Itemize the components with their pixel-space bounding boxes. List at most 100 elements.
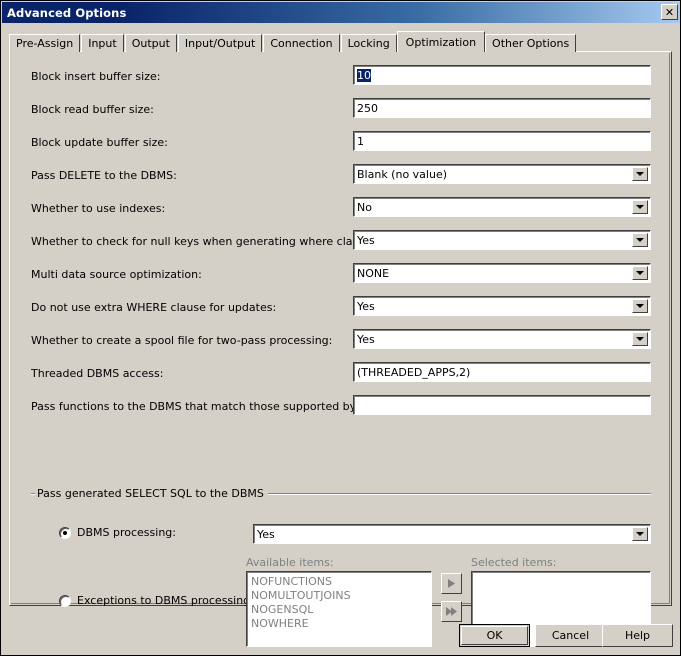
tab-connection[interactable]: Connection xyxy=(263,34,340,52)
available-items-list[interactable]: NOFUNCTIONS NOMULTOUTJOINS NOGENSQL NOWHERE xyxy=(247,572,431,646)
field-row-block-update-buffer-size: Block update buffer size: 1 xyxy=(11,131,669,155)
list-item[interactable]: NOGENSQL xyxy=(251,603,431,617)
pass-select-sql-group: Pass generated SELECT SQL to the DBMS DB… xyxy=(31,487,651,647)
field-row-pass-delete-to-dbms: Pass DELETE to the DBMS: Blank (no value) xyxy=(11,164,669,188)
no-extra-where-clause-updates-value: Yes xyxy=(357,300,375,313)
tab-strip: Pre-Assign Input Output Input/Output Connect… xyxy=(9,31,577,52)
block-read-buffer-size-input[interactable]: 250 xyxy=(353,98,651,118)
chevron-down-icon[interactable] xyxy=(632,200,648,214)
list-item[interactable]: NOMULTOUTJOINS xyxy=(251,589,431,603)
pass-functions-to-dbms-input[interactable] xyxy=(353,395,651,415)
threaded-dbms-access-label: Threaded DBMS access: xyxy=(31,367,164,380)
block-insert-buffer-size-input[interactable]: 10 xyxy=(353,65,651,85)
field-row-check-null-keys-where-clauses: Whether to check for null keys when gene… xyxy=(11,230,669,254)
tab-locking[interactable]: Locking xyxy=(340,34,397,52)
tab-label: Connection xyxy=(270,37,333,50)
list-item[interactable]: NOWHERE xyxy=(251,617,431,631)
available-items-caption: Available items: xyxy=(246,556,334,569)
radio-dbms-processing-indicator[interactable] xyxy=(59,526,71,539)
arrow-right-icon[interactable] xyxy=(441,573,462,594)
ok-button[interactable]: OK xyxy=(459,624,530,647)
check-null-keys-where-clauses-inner: Yes xyxy=(354,231,650,249)
cancel-button[interactable]: Cancel xyxy=(535,624,606,647)
tab-other-options[interactable]: Other Options xyxy=(485,34,577,52)
threaded-dbms-access-input[interactable]: (THREADED_APPS,2) xyxy=(353,362,651,382)
chevron-down-icon[interactable] xyxy=(632,266,648,280)
tab-input[interactable]: Input xyxy=(81,34,124,52)
help-button[interactable]: Help xyxy=(602,624,673,647)
dbms-processing-combo-inner: Yes xyxy=(254,525,650,543)
tab-panel-optimization: Block insert buffer size: 10 Block read bu… xyxy=(9,51,672,647)
radio-exceptions-indicator[interactable] xyxy=(59,594,71,607)
check-null-keys-where-clauses-label: Whether to check for null keys when gene… xyxy=(31,235,382,248)
available-items-listbox[interactable]: NOFUNCTIONS NOMULTOUTJOINS NOGENSQL NOWHERE xyxy=(246,571,432,647)
block-read-buffer-size-value: 250 xyxy=(357,102,378,115)
pass-functions-to-dbms-inner xyxy=(354,396,650,414)
tab-label: Output xyxy=(131,37,170,50)
no-extra-where-clause-updates-combo[interactable]: Yes xyxy=(353,296,651,316)
spool-file-two-pass-processing-value: Yes xyxy=(357,333,375,346)
multi-data-source-optimization-combo[interactable]: NONE xyxy=(353,263,651,283)
tab-label: Locking xyxy=(347,37,390,50)
tab-pre-assign[interactable]: Pre-Assign xyxy=(9,34,81,52)
list-item[interactable]: NOFUNCTIONS xyxy=(251,575,431,589)
advanced-options-dialog: Advanced Options ✕ Pre-Assign Input Output… xyxy=(0,0,681,656)
ok-button-label: OK xyxy=(461,626,528,645)
no-extra-where-clause-updates-label: Do not use extra WHERE clause for update… xyxy=(31,301,277,314)
window-title: Advanced Options xyxy=(7,5,127,20)
multi-data-source-optimization-label: Multi data source optimization: xyxy=(31,268,202,281)
field-row-pass-functions-to-dbms: Pass functions to the DBMS that match th… xyxy=(11,395,669,419)
tab-output[interactable]: Output xyxy=(124,34,177,52)
multi-data-source-optimization-inner: NONE xyxy=(354,264,650,282)
double-arrow-right-icon[interactable] xyxy=(441,601,462,622)
tab-optimization[interactable]: Optimization xyxy=(396,31,486,52)
pass-delete-to-dbms-label: Pass DELETE to the DBMS: xyxy=(31,169,177,182)
tab-label: Pre-Assign xyxy=(16,37,74,50)
radio-exceptions-to-dbms-processing[interactable]: Exceptions to DBMS processing: xyxy=(59,594,254,607)
help-button-label: Help xyxy=(624,629,651,642)
tab-label: Optimization xyxy=(405,35,477,49)
pass-delete-to-dbms-inner: Blank (no value) xyxy=(354,165,650,183)
block-update-buffer-size-inner: 1 xyxy=(354,132,650,150)
check-null-keys-where-clauses-combo[interactable]: Yes xyxy=(353,230,651,250)
tab-panel-inner: Block insert buffer size: 10 Block read bu… xyxy=(11,53,670,647)
spool-file-two-pass-processing-inner: Yes xyxy=(354,330,650,348)
radio-dbms-processing[interactable]: DBMS processing: xyxy=(59,526,176,539)
dbms-processing-combo[interactable]: Yes xyxy=(253,524,651,544)
block-insert-buffer-size-label: Block insert buffer size: xyxy=(31,70,161,83)
no-extra-where-clause-updates-inner: Yes xyxy=(354,297,650,315)
block-update-buffer-size-value: 1 xyxy=(357,135,364,148)
chevron-down-icon[interactable] xyxy=(632,527,648,541)
title-bar[interactable]: Advanced Options ✕ xyxy=(2,2,680,23)
spool-file-two-pass-processing-combo[interactable]: Yes xyxy=(353,329,651,349)
whether-to-use-indexes-combo[interactable]: No xyxy=(353,197,651,217)
tab-label: Input/Output xyxy=(184,37,256,50)
field-row-block-insert-buffer-size: Block insert buffer size: 10 xyxy=(11,65,669,89)
block-read-buffer-size-inner: 250 xyxy=(354,99,650,117)
block-update-buffer-size-input[interactable]: 1 xyxy=(353,131,651,151)
block-insert-buffer-size-value: 10 xyxy=(357,69,371,82)
whether-to-use-indexes-inner: No xyxy=(354,198,650,216)
field-row-whether-to-use-indexes: Whether to use indexes: No xyxy=(11,197,669,221)
multi-data-source-optimization-value: NONE xyxy=(357,267,390,280)
whether-to-use-indexes-value: No xyxy=(357,201,372,214)
field-row-spool-file-two-pass-processing: Whether to create a spool file for two-p… xyxy=(11,329,669,353)
spool-file-two-pass-processing-label: Whether to create a spool file for two-p… xyxy=(31,334,333,347)
pass-delete-to-dbms-combo[interactable]: Blank (no value) xyxy=(353,164,651,184)
block-update-buffer-size-label: Block update buffer size: xyxy=(31,136,168,149)
threaded-dbms-access-inner: (THREADED_APPS,2) xyxy=(354,363,650,381)
check-null-keys-where-clauses-value: Yes xyxy=(357,234,375,247)
block-read-buffer-size-label: Block read buffer size: xyxy=(31,103,154,116)
chevron-down-icon[interactable] xyxy=(632,233,648,247)
radio-exceptions-label: Exceptions to DBMS processing: xyxy=(77,594,254,607)
dbms-processing-combo-value: Yes xyxy=(257,528,275,541)
tab-input-output[interactable]: Input/Output xyxy=(177,34,263,52)
cancel-button-label: Cancel xyxy=(551,629,590,642)
chevron-down-icon[interactable] xyxy=(632,332,648,346)
group-title: Pass generated SELECT SQL to the DBMS xyxy=(35,487,268,500)
chevron-down-icon[interactable] xyxy=(632,299,648,313)
close-icon[interactable]: ✕ xyxy=(661,4,678,20)
threaded-dbms-access-value: (THREADED_APPS,2) xyxy=(357,366,471,379)
tab-label: Other Options xyxy=(492,37,570,50)
chevron-down-icon[interactable] xyxy=(632,167,648,181)
